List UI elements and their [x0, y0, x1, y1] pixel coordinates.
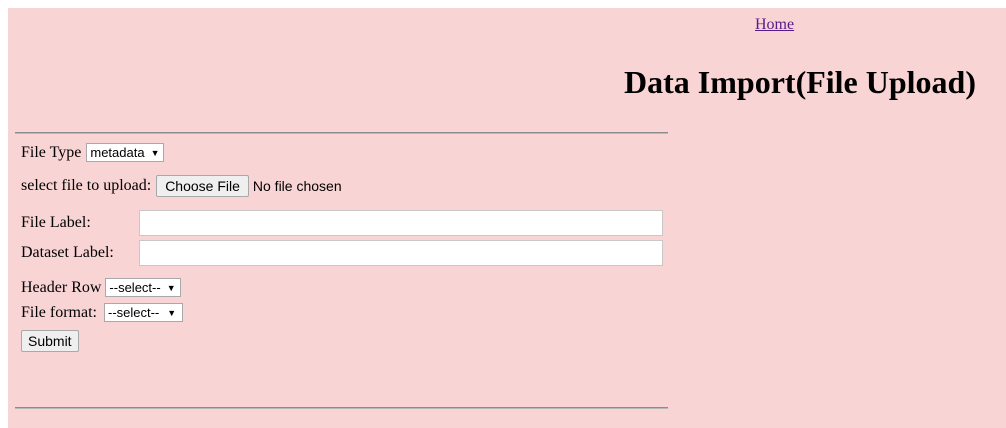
file-label-label: File Label:	[21, 214, 91, 231]
file-type-select[interactable]: metadata ▼	[86, 143, 165, 162]
caret-down-icon: ▼	[150, 147, 160, 158]
dataset-label-label: Dataset Label:	[21, 244, 114, 261]
submit-button[interactable]: Submit	[21, 330, 79, 352]
header-row-selected-value: --select--	[109, 280, 161, 295]
header-row-row: Header Row --select-- ▼	[21, 278, 181, 297]
file-upload-row: select file to upload: Choose File No fi…	[21, 175, 342, 197]
file-format-selected-value: --select--	[107, 305, 160, 320]
dataset-label-input[interactable]	[139, 240, 663, 266]
header-row-label: Header Row	[21, 278, 102, 296]
file-type-label: File Type	[21, 143, 82, 161]
bottom-divider	[15, 407, 668, 409]
file-format-row: File format: --select-- ▼	[21, 303, 184, 322]
choose-file-button[interactable]: Choose File	[156, 175, 249, 197]
page-title: Data Import(File Upload)	[624, 64, 976, 100]
caret-down-icon: ▼	[166, 282, 176, 293]
file-label-row: File Label:	[21, 210, 663, 236]
file-format-select[interactable]: --select-- ▼	[103, 303, 184, 322]
header-row-select[interactable]: --select-- ▼	[105, 278, 181, 297]
file-chosen-status: No file chosen	[252, 178, 342, 194]
caret-down-icon: ▼	[167, 307, 177, 318]
home-link[interactable]: Home	[755, 16, 794, 34]
file-upload-label: select file to upload:	[21, 177, 152, 194]
top-divider	[15, 132, 668, 134]
file-type-selected-value: metadata	[90, 145, 145, 160]
submit-row: Submit	[21, 330, 79, 352]
file-format-label: File format:	[21, 303, 97, 321]
file-type-row: File Type metadata ▼	[21, 143, 165, 162]
dataset-label-row: Dataset Label:	[21, 240, 663, 266]
file-label-input[interactable]	[139, 210, 663, 236]
